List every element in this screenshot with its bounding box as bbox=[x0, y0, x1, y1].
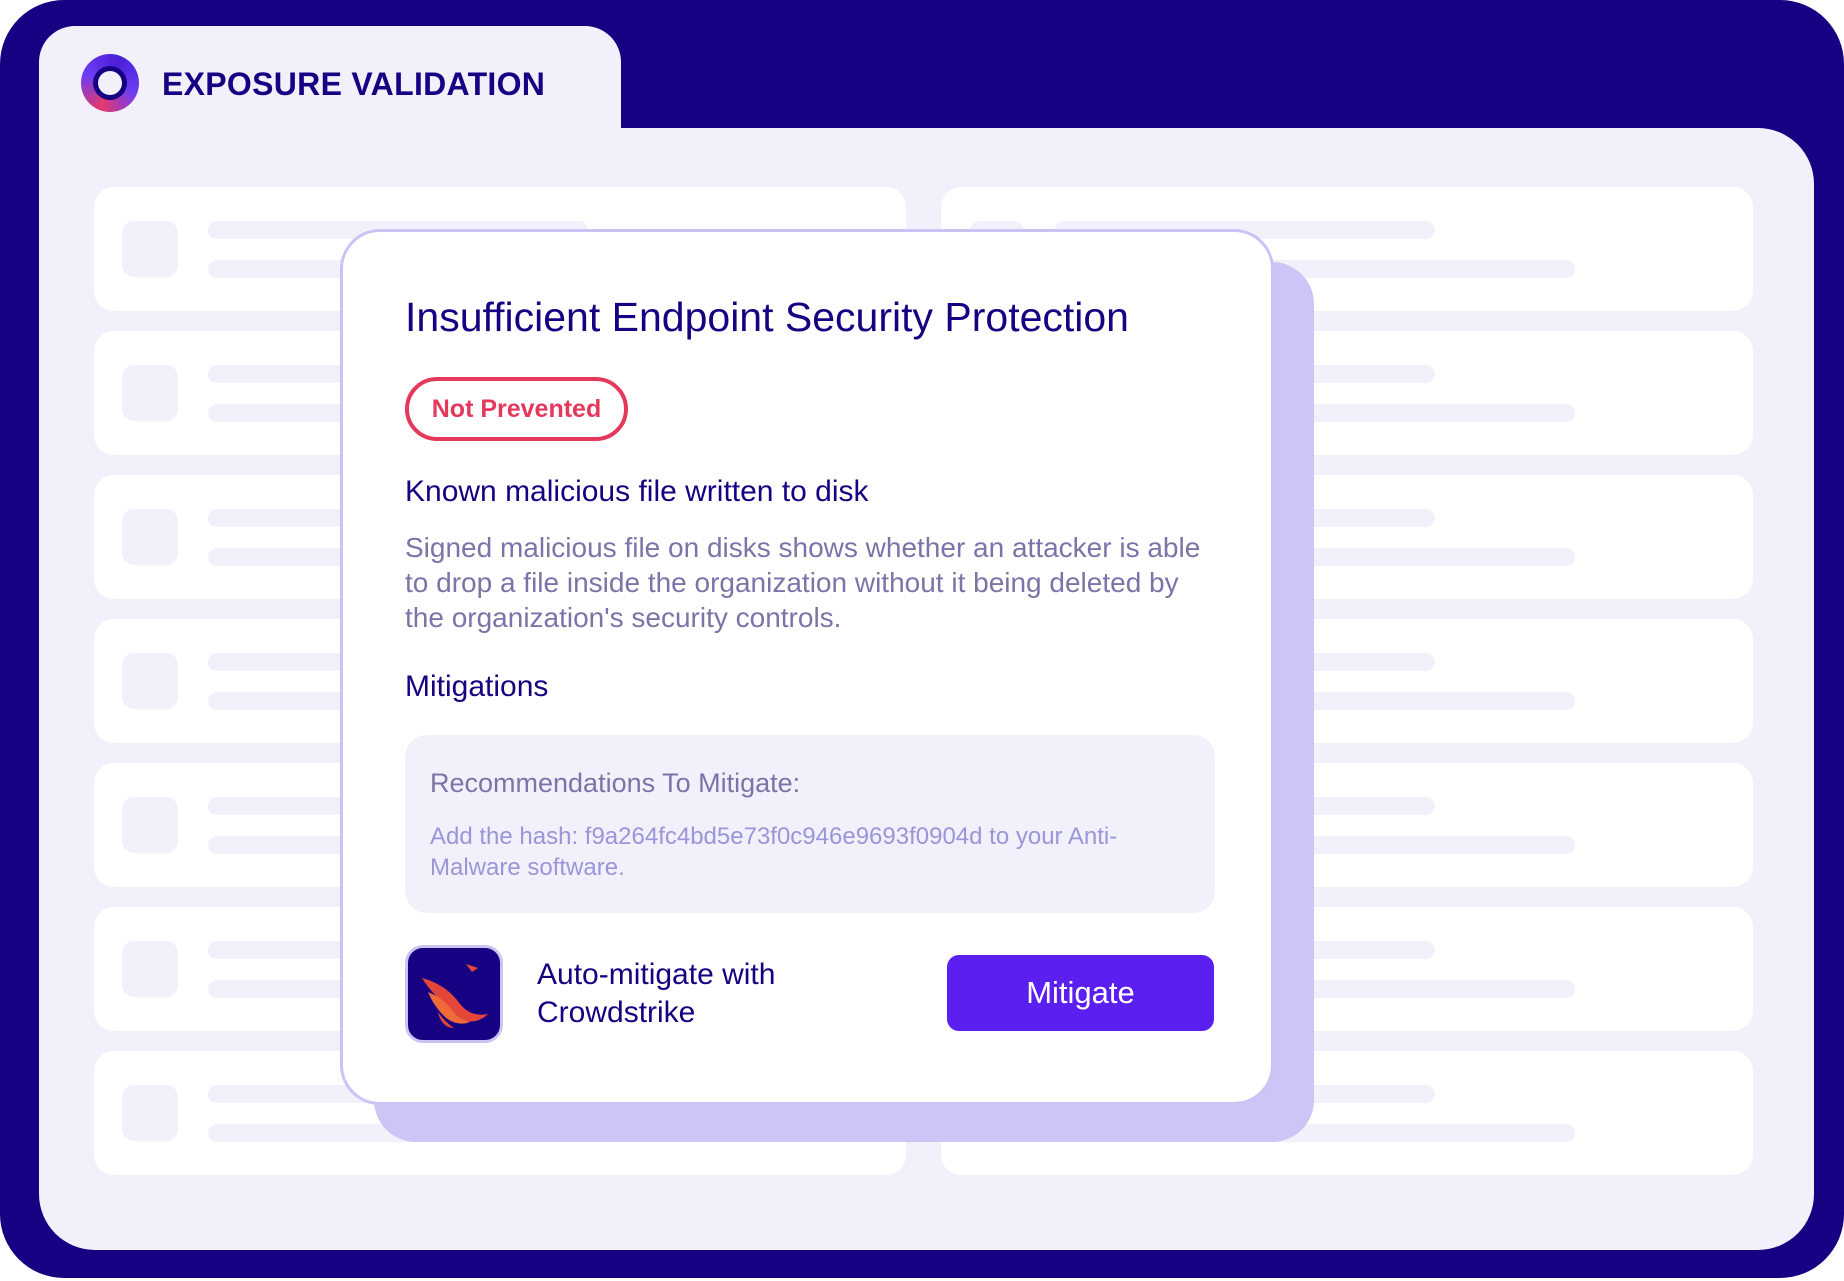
crowdstrike-falcon-icon bbox=[405, 945, 503, 1043]
finding-title: Insufficient Endpoint Security Protectio… bbox=[405, 294, 1129, 340]
placeholder-thumbnail bbox=[122, 653, 178, 709]
finding-description: Signed malicious file on disks shows whe… bbox=[405, 532, 1201, 633]
placeholder-thumbnail bbox=[122, 221, 178, 277]
status-badge: Not Prevented bbox=[405, 377, 628, 441]
mitigate-button[interactable]: Mitigate bbox=[947, 955, 1214, 1031]
placeholder-thumbnail bbox=[122, 1085, 178, 1141]
finding-subtitle: Known malicious file written to disk bbox=[405, 475, 869, 508]
recommendation-text: Add the hash: f9a264fc4bd5e73f0c946e9693… bbox=[430, 823, 1118, 881]
placeholder-thumbnail bbox=[122, 941, 178, 997]
recommendation-box: Recommendations To Mitigate: Add the has… bbox=[405, 735, 1215, 913]
ring-logo-icon bbox=[81, 54, 139, 112]
app-title: EXPOSURE VALIDATION bbox=[162, 66, 546, 102]
recommendation-heading: Recommendations To Mitigate: bbox=[430, 768, 801, 798]
placeholder-thumbnail bbox=[122, 365, 178, 421]
tab-corner-curve bbox=[621, 128, 669, 176]
finding-detail-card: Insufficient Endpoint Security Protectio… bbox=[340, 229, 1274, 1105]
auto-mitigate-label: Auto-mitigate with Crowdstrike bbox=[537, 958, 776, 1029]
mitigations-heading: Mitigations bbox=[405, 670, 549, 703]
placeholder-thumbnail bbox=[122, 509, 178, 565]
placeholder-thumbnail bbox=[122, 797, 178, 853]
